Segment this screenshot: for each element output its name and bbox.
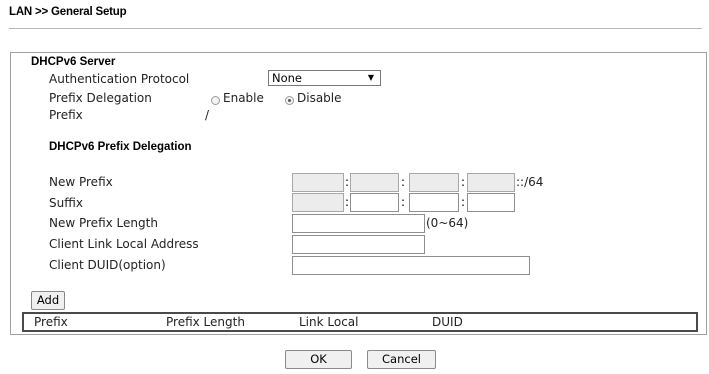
dropdown-arrow-icon: ▼ [367, 73, 374, 82]
disable-radio[interactable] [285, 96, 294, 105]
auth-protocol-select[interactable]: None ▼ [268, 70, 381, 86]
prefix-delegation-label: Prefix Delegation [49, 91, 152, 105]
prefix-delegation-heading: DHCPv6 Prefix Delegation [49, 141, 192, 153]
table-header-link-local: Link Local [299, 315, 359, 329]
prefix-length-range: (0~64) [426, 216, 469, 230]
client-link-local-input[interactable] [292, 235, 425, 254]
colon-separator: : [401, 175, 406, 189]
prefix-label: Prefix [49, 108, 83, 122]
colon-separator: : [345, 195, 350, 209]
ok-button[interactable]: OK [285, 350, 352, 369]
colon-separator: : [345, 175, 350, 189]
table-header-duid: DUID [432, 315, 463, 329]
suffix-field-4[interactable] [467, 193, 515, 212]
new-prefix-length-input[interactable] [292, 214, 425, 233]
delegation-table-header [22, 312, 698, 332]
add-button[interactable]: Add [31, 291, 65, 310]
client-duid-input[interactable] [292, 256, 530, 275]
auth-protocol-label: Authentication Protocol [49, 72, 190, 86]
table-header-prefix-length: Prefix Length [166, 315, 245, 329]
suffix-field-2[interactable] [350, 193, 399, 212]
colon-separator: : [461, 175, 466, 189]
suffix-field-3[interactable] [409, 193, 459, 212]
new-prefix-field-2[interactable] [350, 173, 399, 192]
disable-radio-label: Disable [297, 91, 342, 105]
header-divider [9, 28, 702, 29]
dhcpv6-server-heading: DHCPv6 Server [31, 56, 116, 68]
colon-separator: : [461, 195, 466, 209]
cancel-button[interactable]: Cancel [367, 350, 436, 369]
auth-protocol-value: None [272, 71, 303, 85]
new-prefix-label: New Prefix [49, 175, 113, 189]
new-prefix-field-4[interactable] [467, 173, 515, 192]
client-link-local-label: Client Link Local Address [49, 237, 199, 251]
prefix-value: / [205, 108, 210, 122]
breadcrumb: LAN >> General Setup [9, 6, 127, 18]
new-prefix-field-3[interactable] [409, 173, 459, 192]
suffix-field-1[interactable] [292, 193, 344, 212]
new-prefix-length-label: New Prefix Length [49, 216, 158, 230]
suffix-label: Suffix [49, 196, 83, 210]
new-prefix-suffix-text: ::/64 [516, 175, 544, 189]
colon-separator: : [401, 195, 406, 209]
client-duid-label: Client DUID(option) [49, 258, 166, 272]
enable-radio-label: Enable [223, 91, 264, 105]
enable-radio[interactable] [211, 96, 220, 105]
table-header-prefix: Prefix [34, 315, 68, 329]
new-prefix-field-1[interactable] [292, 173, 344, 192]
